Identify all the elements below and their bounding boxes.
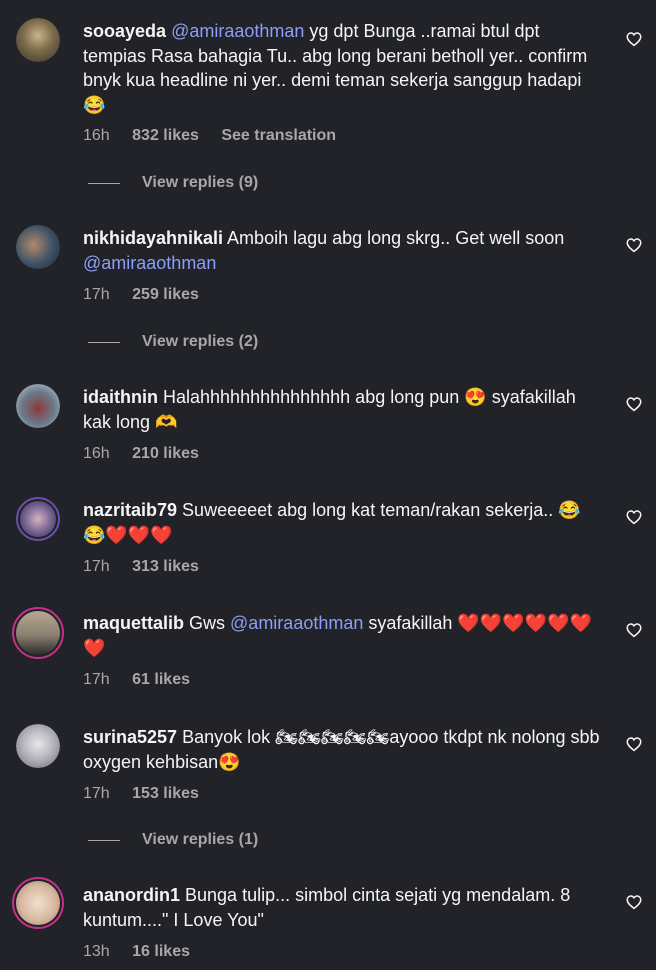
comment-text: idaithnin Halahhhhhhhhhhhhhhh abg long p…: [83, 385, 603, 434]
avatar[interactable]: [16, 724, 60, 768]
comment-likes[interactable]: 259 likes: [132, 286, 199, 303]
heart-outline-icon[interactable]: [625, 236, 643, 254]
comment-time: 17h: [83, 286, 110, 303]
comment-likes[interactable]: 313 likes: [132, 558, 199, 575]
comment-meta: 17h 313 likes: [83, 558, 217, 576]
comment-body: Amboih lagu abg long skrg.. Get well soo…: [223, 228, 565, 248]
comment-meta: 16h 832 likes See translation: [83, 127, 354, 145]
avatar[interactable]: [16, 384, 60, 428]
comment-time: 16h: [83, 445, 110, 462]
comment-username[interactable]: nikhidayahnikali: [83, 228, 223, 248]
comment-likes[interactable]: 61 likes: [132, 671, 190, 688]
avatar[interactable]: [12, 877, 64, 929]
view-replies-label: View replies (2): [142, 333, 259, 350]
heart-outline-icon[interactable]: [625, 735, 643, 753]
reply-divider: [88, 183, 120, 184]
comment-text: ananordin1 Bunga tulip... simbol cinta s…: [83, 883, 603, 932]
comment-username[interactable]: idaithnin: [83, 387, 158, 407]
comment-text: maquettalib Gws @amiraaothman syafakilla…: [83, 611, 603, 660]
reply-divider: [88, 840, 120, 841]
avatar[interactable]: [12, 607, 64, 659]
heart-outline-icon[interactable]: [625, 395, 643, 413]
comment-text: surina5257 Banyok lok 🏍🏍🏍🏍🏍ayooo tkdpt n…: [83, 725, 603, 774]
view-replies-label: View replies (9): [142, 174, 259, 191]
comment-meta: 16h 210 likes: [83, 445, 217, 463]
comment-likes[interactable]: 832 likes: [132, 127, 199, 144]
comment-mention[interactable]: @amiraaothman: [83, 253, 216, 273]
heart-outline-icon[interactable]: [625, 30, 643, 48]
view-replies-label: View replies (1): [142, 831, 259, 848]
comment-body: Gws: [184, 613, 231, 633]
comment-likes[interactable]: 16 likes: [132, 943, 190, 960]
comment-meta: 13h 16 likes: [83, 943, 208, 961]
comment-username[interactable]: nazritaib79: [83, 500, 177, 520]
comment-meta: 17h 259 likes: [83, 286, 217, 304]
comment-text: sooayeda @amiraaothman yg dpt Bunga ..ra…: [83, 19, 603, 117]
heart-outline-icon[interactable]: [625, 621, 643, 639]
comment-time: 13h: [83, 943, 110, 960]
comment-username[interactable]: maquettalib: [83, 613, 184, 633]
comment-text: nazritaib79 Suweeeeet abg long kat teman…: [83, 498, 603, 547]
comment-username[interactable]: surina5257: [83, 727, 177, 747]
comment-meta: 17h 153 likes: [83, 785, 217, 803]
avatar[interactable]: [16, 18, 60, 62]
comment-time: 17h: [83, 558, 110, 575]
heart-outline-icon[interactable]: [625, 893, 643, 911]
comment-time: 16h: [83, 127, 110, 144]
avatar[interactable]: [16, 497, 60, 541]
comment-time: 17h: [83, 785, 110, 802]
comment-mention[interactable]: @amiraaothman: [171, 21, 304, 41]
comment-username[interactable]: ananordin1: [83, 885, 180, 905]
avatar[interactable]: [16, 225, 60, 269]
comment-username[interactable]: sooayeda: [83, 21, 166, 41]
comment-mention[interactable]: @amiraaothman: [230, 613, 363, 633]
comment-likes[interactable]: 210 likes: [132, 445, 199, 462]
comment-time: 17h: [83, 671, 110, 688]
comment-text: nikhidayahnikali Amboih lagu abg long sk…: [83, 226, 603, 275]
reply-divider: [88, 342, 120, 343]
see-translation-link[interactable]: See translation: [221, 127, 336, 144]
comment-meta: 17h 61 likes: [83, 671, 208, 689]
heart-outline-icon[interactable]: [625, 508, 643, 526]
comment-likes[interactable]: 153 likes: [132, 785, 199, 802]
